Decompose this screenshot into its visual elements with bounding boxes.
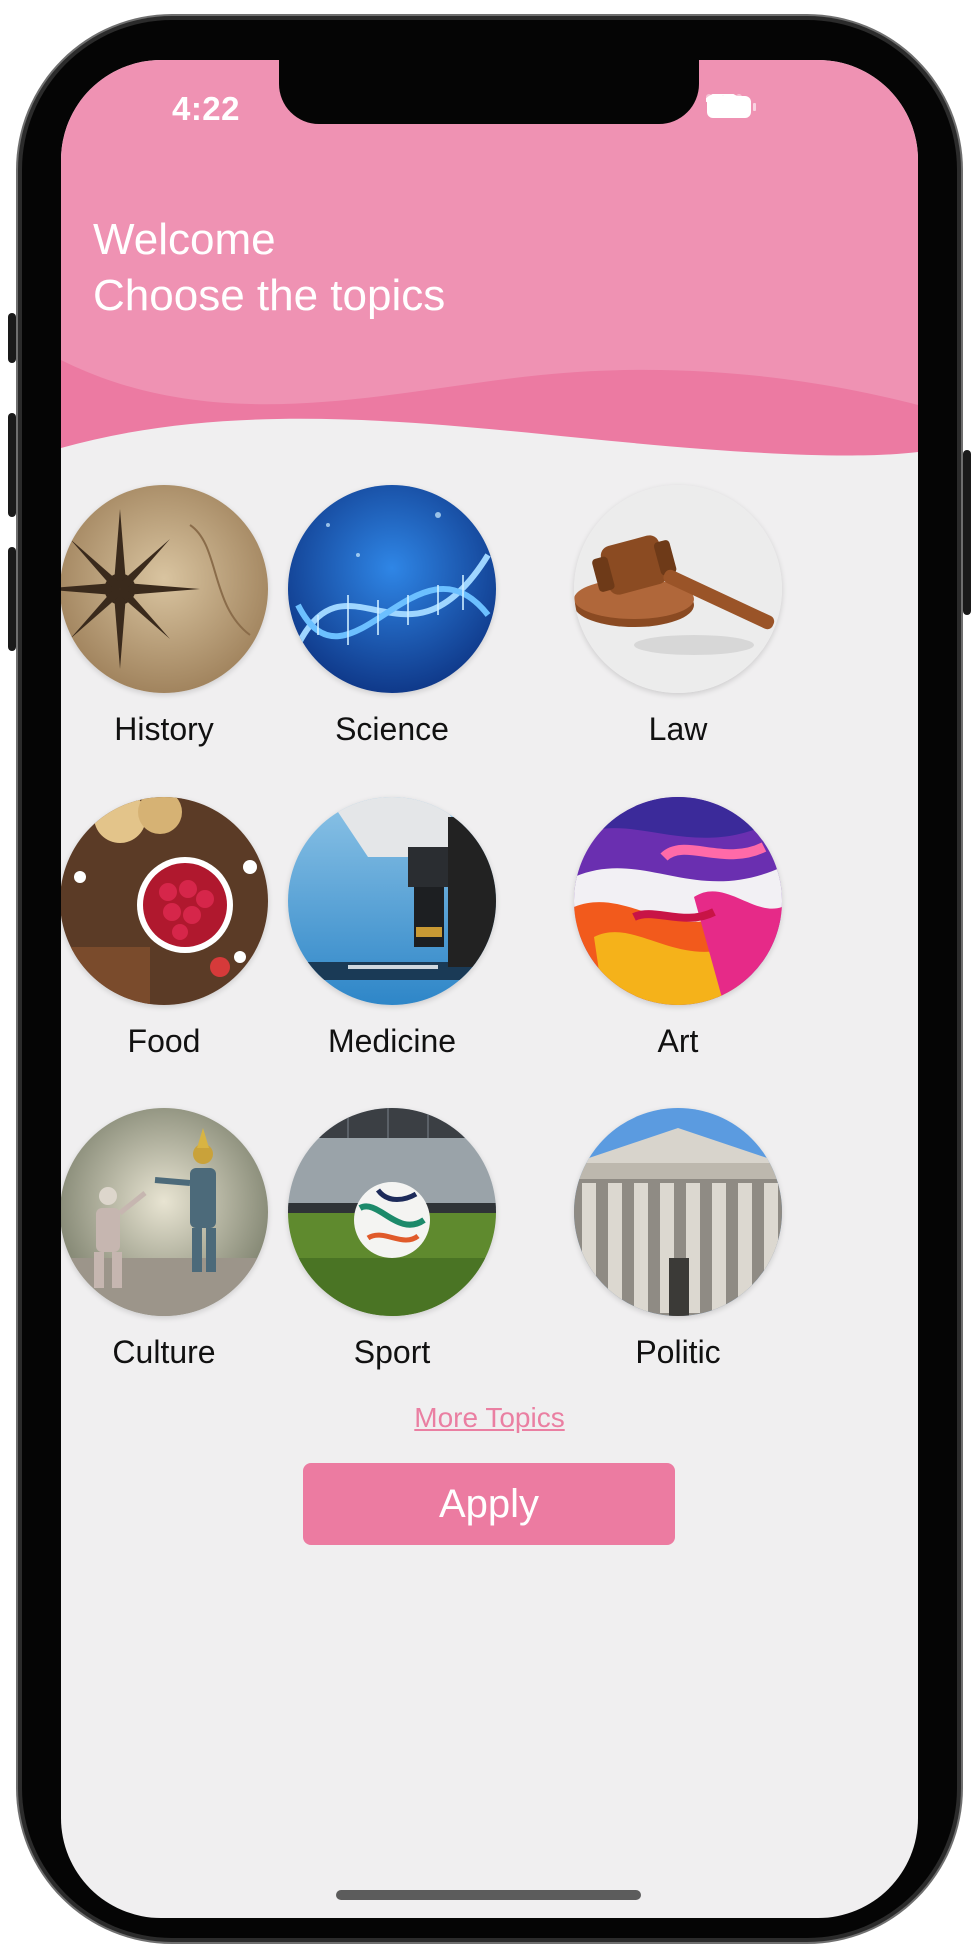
welcome-title: Welcome: [93, 215, 276, 264]
compass-map-image[interactable]: [61, 485, 268, 693]
welcome-text: Welcome Choose the topics: [93, 212, 445, 324]
topic-art[interactable]: Art: [558, 797, 798, 1061]
topic-history[interactable]: History: [61, 485, 284, 749]
topic-label: Science: [335, 711, 449, 747]
welcome-subtitle: Choose the topics: [93, 271, 446, 320]
microscope-image[interactable]: [288, 797, 496, 1005]
raspberries-image[interactable]: [61, 797, 268, 1005]
header-banner: 4:22 Welcome Choose the topics: [61, 60, 918, 480]
gavel-image[interactable]: [574, 485, 782, 693]
app-screen: 4:22 Welcome Choose the topics History S…: [61, 60, 918, 1918]
status-icons: [706, 94, 756, 118]
more-topics-link[interactable]: More Topics: [61, 1402, 918, 1434]
dancers-image[interactable]: [61, 1108, 268, 1316]
battery-icon: [707, 96, 756, 118]
apply-button[interactable]: Apply: [303, 1463, 675, 1545]
topic-law[interactable]: Law: [558, 485, 798, 749]
device-notch: [279, 60, 699, 124]
topic-label: Medicine: [327, 1023, 457, 1059]
topic-label: History: [114, 711, 214, 747]
paint-strokes-image[interactable]: [574, 797, 782, 1005]
topic-label: Art: [657, 1023, 699, 1059]
status-time: 4:22: [171, 90, 241, 127]
topic-culture[interactable]: Culture: [61, 1108, 284, 1372]
volume-down-button: [8, 547, 16, 651]
topic-label: Law: [648, 711, 708, 747]
power-button: [963, 450, 971, 615]
soccer-ball-image[interactable]: [288, 1108, 496, 1316]
topic-label: Sport: [353, 1334, 431, 1370]
topic-medicine[interactable]: Medicine: [272, 797, 512, 1061]
topic-sport[interactable]: Sport: [272, 1108, 512, 1372]
silent-switch: [8, 313, 16, 363]
courthouse-image[interactable]: [574, 1108, 782, 1316]
topic-label: Food: [127, 1023, 201, 1059]
volume-up-button: [8, 413, 16, 517]
home-indicator[interactable]: [336, 1890, 641, 1900]
dna-image[interactable]: [288, 485, 496, 693]
topic-politic[interactable]: Politic: [558, 1108, 798, 1372]
topic-label: Culture: [112, 1334, 216, 1370]
topic-science[interactable]: Science: [272, 485, 512, 749]
topic-label: Politic: [635, 1334, 721, 1370]
topic-food[interactable]: Food: [61, 797, 284, 1061]
